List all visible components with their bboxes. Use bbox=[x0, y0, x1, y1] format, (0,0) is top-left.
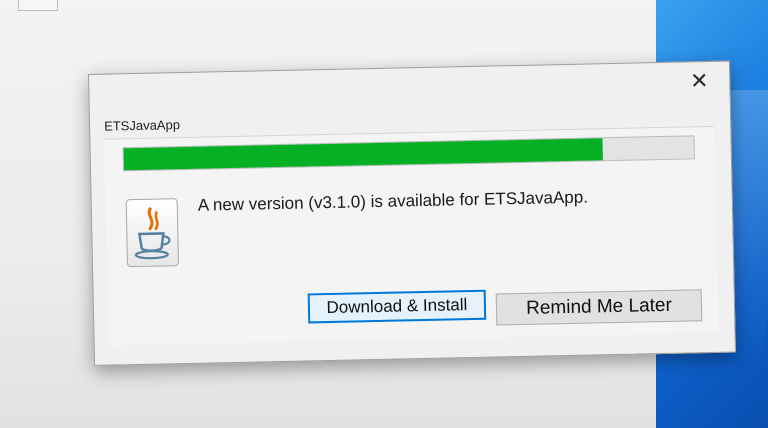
java-cup-icon bbox=[134, 206, 171, 260]
update-dialog: ✕ ETSJavaApp A new version (v3.1.0) is a… bbox=[88, 60, 736, 366]
progress-bar bbox=[122, 135, 695, 172]
dialog-title: ETSJavaApp bbox=[103, 117, 181, 134]
close-icon[interactable]: ✕ bbox=[690, 69, 709, 94]
dialog-content: A new version (v3.1.0) is available for … bbox=[104, 125, 719, 346]
download-install-button[interactable]: Download & Install bbox=[307, 289, 487, 324]
remind-me-later-button[interactable]: Remind Me Later bbox=[495, 289, 703, 326]
background-window-button bbox=[18, 0, 58, 11]
photo-scene: ✕ ETSJavaApp A new version (v3.1.0) is a… bbox=[0, 0, 768, 428]
update-message: A new version (v3.1.0) is available for … bbox=[197, 187, 589, 215]
progress-bar-fill bbox=[123, 138, 603, 171]
java-icon bbox=[125, 198, 180, 268]
close-button[interactable]: ✕ bbox=[687, 69, 711, 94]
